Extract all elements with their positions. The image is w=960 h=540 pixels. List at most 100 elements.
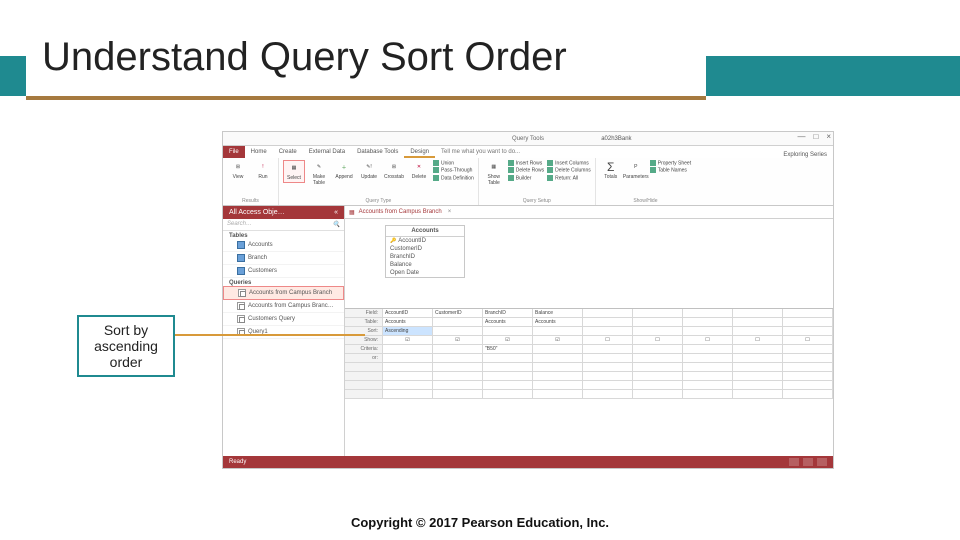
qbe-cell[interactable]: AccountID	[383, 309, 433, 318]
qbe-cell[interactable]	[683, 372, 733, 381]
qbe-cell[interactable]	[733, 345, 783, 354]
sql-view-icon[interactable]	[803, 458, 813, 466]
qbe-cell[interactable]	[383, 363, 433, 372]
select-query-button[interactable]: ▦ Select	[283, 160, 305, 183]
qbe-cell[interactable]	[583, 363, 633, 372]
table-names-button[interactable]: Table Names	[650, 167, 691, 173]
qbe-cell[interactable]: ☑	[433, 336, 483, 345]
qbe-cell[interactable]	[783, 372, 833, 381]
qbe-cell[interactable]	[683, 354, 733, 363]
tab-file[interactable]: File	[223, 146, 245, 158]
table-accounts[interactable]: Accounts AccountID CustomerID BranchID B…	[385, 225, 465, 278]
qbe-cell[interactable]	[483, 354, 533, 363]
qbe-cell[interactable]	[383, 381, 433, 390]
qbe-cell[interactable]	[583, 354, 633, 363]
qbe-cell[interactable]	[733, 309, 783, 318]
nav-item-customers[interactable]: Customers	[223, 265, 344, 278]
nav-item-accounts-campus-branch-2[interactable]: Accounts from Campus Branc…	[223, 300, 344, 313]
qbe-cell[interactable]	[733, 327, 783, 336]
tab-design[interactable]: Design	[404, 146, 435, 158]
qbe-cell[interactable]	[683, 363, 733, 372]
field-balance[interactable]: Balance	[386, 261, 464, 269]
qbe-cell[interactable]	[383, 354, 433, 363]
qbe-cell[interactable]	[733, 318, 783, 327]
qbe-cell[interactable]: ☑	[483, 336, 533, 345]
nav-item-customers-query[interactable]: Customers Query	[223, 313, 344, 326]
qbe-cell[interactable]	[433, 363, 483, 372]
field-customerid[interactable]: CustomerID	[386, 245, 464, 253]
qbe-cell[interactable]	[633, 345, 683, 354]
qbe-cell[interactable]	[433, 390, 483, 399]
nav-collapse-icon[interactable]: «	[334, 209, 338, 216]
qbe-cell[interactable]	[433, 318, 483, 327]
qbe-cell[interactable]	[633, 372, 683, 381]
qbe-cell[interactable]	[583, 327, 633, 336]
qbe-cell[interactable]	[783, 381, 833, 390]
nav-item-accounts[interactable]: Accounts	[223, 239, 344, 252]
signin-label[interactable]: Exploring Series	[783, 152, 833, 158]
qbe-cell[interactable]	[583, 372, 633, 381]
qbe-cell[interactable]	[783, 390, 833, 399]
qbe-cell[interactable]	[433, 381, 483, 390]
qbe-cell[interactable]	[383, 345, 433, 354]
tab-external-data[interactable]: External Data	[303, 146, 351, 158]
datasheet-view-icon[interactable]	[789, 458, 799, 466]
qbe-cell[interactable]	[633, 309, 683, 318]
qbe-cell[interactable]	[733, 363, 783, 372]
qbe-cell[interactable]	[483, 372, 533, 381]
qbe-cell[interactable]	[633, 327, 683, 336]
qbe-cell[interactable]	[533, 327, 583, 336]
qbe-cell[interactable]	[433, 327, 483, 336]
qbe-cell[interactable]	[633, 381, 683, 390]
qbe-cell[interactable]: ☐	[583, 336, 633, 345]
qbe-cell[interactable]	[683, 318, 733, 327]
field-open-date[interactable]: Open Date	[386, 269, 464, 277]
tab-create[interactable]: Create	[273, 146, 303, 158]
qbe-cell[interactable]	[483, 327, 533, 336]
qbe-cell[interactable]	[783, 318, 833, 327]
update-button[interactable]: ✎! Update	[358, 160, 380, 181]
qbe-cell[interactable]	[483, 390, 533, 399]
union-button[interactable]: Union	[433, 160, 474, 166]
parameters-button[interactable]: P Parameters	[625, 160, 647, 181]
qbe-cell[interactable]: ☑	[383, 336, 433, 345]
qbe-cell[interactable]: Accounts	[483, 318, 533, 327]
qbe-cell[interactable]	[533, 372, 583, 381]
qbe-grid-pane[interactable]: Field:AccountIDCustomerIDBranchIDBalance…	[345, 309, 833, 456]
insert-rows-button[interactable]: Insert Rows	[508, 160, 544, 166]
qbe-cell[interactable]: Ascending	[383, 327, 433, 336]
qbe-cell[interactable]: Balance	[533, 309, 583, 318]
qbe-cell[interactable]: ☐	[683, 336, 733, 345]
qbe-cell[interactable]	[533, 354, 583, 363]
qbe-cell[interactable]	[683, 381, 733, 390]
nav-item-accounts-campus-branch[interactable]: Accounts from Campus Branch	[223, 286, 344, 300]
nav-item-query1[interactable]: Query1	[223, 326, 344, 339]
qbe-cell[interactable]	[683, 345, 733, 354]
qbe-cell[interactable]	[383, 372, 433, 381]
nav-search[interactable]: Search… 🔍	[223, 219, 344, 231]
run-button[interactable]: ! Run	[252, 160, 274, 181]
qbe-cell[interactable]	[683, 390, 733, 399]
qbe-cell[interactable]	[783, 345, 833, 354]
qbe-cell[interactable]	[733, 381, 783, 390]
nav-pane-title[interactable]: All Access Obje… «	[223, 206, 344, 219]
nav-item-branch[interactable]: Branch	[223, 252, 344, 265]
query-tab-close-icon[interactable]: ×	[448, 209, 452, 215]
qbe-cell[interactable]	[433, 345, 483, 354]
delete-rows-button[interactable]: Delete Rows	[508, 167, 544, 173]
qbe-grid[interactable]: Field:AccountIDCustomerIDBranchIDBalance…	[345, 309, 833, 399]
close-button[interactable]: ×	[826, 132, 831, 141]
qbe-cell[interactable]	[583, 381, 633, 390]
crosstab-button[interactable]: ⊞ Crosstab	[383, 160, 405, 181]
tab-home[interactable]: Home	[245, 146, 273, 158]
minimize-button[interactable]: —	[797, 132, 805, 141]
view-button[interactable]: ⊞ View	[227, 160, 249, 181]
qbe-cell[interactable]: ☐	[633, 336, 683, 345]
passthrough-button[interactable]: Pass-Through	[433, 167, 474, 173]
qbe-cell[interactable]	[433, 372, 483, 381]
tell-me-box[interactable]: Tell me what you want to do...	[435, 146, 526, 158]
make-table-button[interactable]: ✎ Make Table	[308, 160, 330, 186]
qbe-cell[interactable]: Accounts	[383, 318, 433, 327]
show-table-button[interactable]: ▦ Show Table	[483, 160, 505, 186]
maximize-button[interactable]: □	[813, 132, 818, 141]
